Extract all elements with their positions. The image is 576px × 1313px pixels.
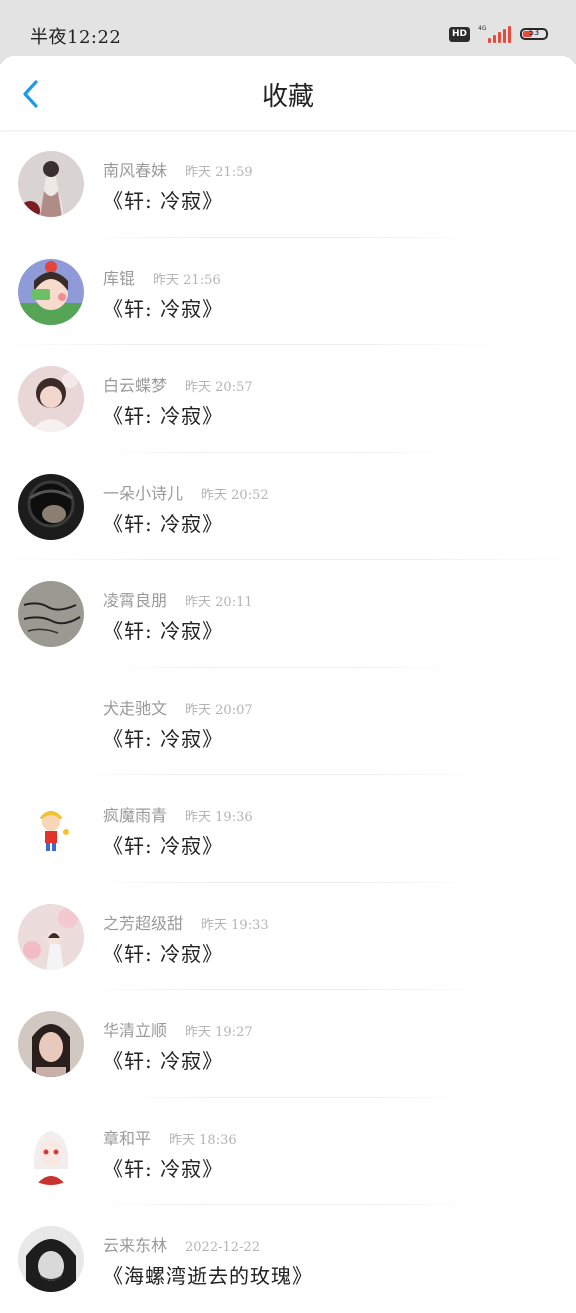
timestamp: 昨天 18:36 — [169, 1132, 237, 1148]
article-title[interactable]: 《轩: 冷寂》 — [103, 830, 223, 859]
author-name: 犬走驰文 — [103, 698, 168, 718]
article-title[interactable]: 《轩: 冷寂》 — [103, 185, 223, 214]
favorite-item[interactable]: 犬走驰文 昨天 20:07 《轩: 冷寂》 — [0, 668, 576, 775]
favorite-item[interactable]: 云来东林 2022-12-22 《海螺湾逝去的玫瑰》 — [0, 1205, 576, 1313]
author-name: 库锟 — [103, 268, 136, 288]
cellular-signal-icon: 4G — [478, 25, 512, 43]
avatar[interactable] — [18, 366, 84, 432]
timestamp: 2022-12-22 — [185, 1240, 260, 1255]
author-name: 白云蝶梦 — [103, 376, 168, 395]
battery-level: 53 — [528, 28, 540, 37]
favorite-item[interactable]: 南风春妹 昨天 21:59 《轩: 冷寂》 — [0, 130, 576, 238]
article-title[interactable]: 《轩: 冷寂》 — [103, 615, 223, 644]
author-name: 一朵小诗儿 — [103, 483, 184, 503]
article-title[interactable]: 《轩: 冷寂》 — [103, 508, 223, 537]
favorite-item[interactable]: 之芳超级甜 昨天 19:33 《轩: 冷寂》 — [0, 883, 576, 990]
author-name: 疯魔雨青 — [103, 806, 168, 825]
author-name: 凌霄良朋 — [103, 591, 168, 610]
author-name: 华清立顺 — [103, 1021, 168, 1040]
battery-icon: 53 — [520, 28, 548, 40]
favorite-item[interactable]: 章和平 昨天 18:36 《轩: 冷寂》 — [0, 1098, 576, 1205]
author-name: 章和平 — [103, 1128, 152, 1148]
timestamp: 昨天 21:56 — [153, 272, 221, 288]
timestamp: 昨天 21:59 — [185, 165, 253, 180]
status-time: 半夜12:22 — [30, 27, 122, 48]
article-title[interactable]: 《轩: 冷寂》 — [103, 938, 223, 967]
timestamp: 昨天 19:36 — [185, 810, 253, 825]
article-title[interactable]: 《轩: 冷寂》 — [103, 1045, 223, 1074]
article-title[interactable]: 《轩: 冷寂》 — [103, 723, 223, 752]
avatar[interactable] — [18, 688, 84, 755]
timestamp: 昨天 19:27 — [185, 1025, 253, 1040]
page-title: 收藏 — [261, 82, 314, 112]
app-header: 收藏 — [0, 56, 576, 130]
avatar[interactable] — [18, 473, 84, 540]
favorite-item[interactable]: 凌霄良朋 昨天 20:11 《轩: 冷寂》 — [0, 560, 576, 668]
article-title[interactable]: 《轩: 冷寂》 — [103, 293, 223, 322]
favorite-item[interactable]: 一朵小诗儿 昨天 20:52 《轩: 冷寂》 — [0, 453, 576, 560]
article-title[interactable]: 《轩: 冷寂》 — [103, 1153, 223, 1182]
avatar[interactable] — [18, 258, 84, 325]
timestamp: 昨天 20:57 — [185, 380, 253, 395]
avatar[interactable] — [18, 581, 84, 647]
status-bar: 半夜12:22 HD 4G 53 — [0, 0, 576, 64]
avatar[interactable] — [18, 1226, 84, 1292]
avatar[interactable] — [18, 1118, 84, 1185]
timestamp: 昨天 20:11 — [185, 595, 253, 610]
avatar[interactable] — [18, 151, 84, 217]
favorite-item[interactable]: 白云蝶梦 昨天 20:57 《轩: 冷寂》 — [0, 345, 576, 453]
favorites-list: 南风春妹 昨天 21:59 《轩: 冷寂》 库锟 昨天 21:56 《轩: 冷寂》 … — [0, 130, 576, 1313]
hd-icon: HD — [448, 26, 470, 42]
article-title[interactable]: 《海螺湾逝去的玫瑰》 — [103, 1260, 313, 1289]
timestamp: 昨天 20:07 — [185, 702, 253, 718]
author-name: 之芳超级甜 — [103, 913, 184, 933]
avatar[interactable] — [18, 796, 84, 862]
avatar[interactable] — [18, 1011, 84, 1077]
timestamp: 昨天 19:33 — [201, 917, 269, 933]
author-name: 南风春妹 — [103, 161, 168, 180]
favorite-item[interactable]: 疯魔雨青 昨天 19:36 《轩: 冷寂》 — [0, 775, 576, 883]
network-type-label: 4G — [478, 25, 487, 32]
article-title[interactable]: 《轩: 冷寂》 — [103, 400, 223, 429]
author-name: 云来东林 — [103, 1236, 168, 1255]
avatar[interactable] — [18, 903, 84, 970]
timestamp: 昨天 20:52 — [201, 487, 269, 503]
favorite-item[interactable]: 库锟 昨天 21:56 《轩: 冷寂》 — [0, 238, 576, 345]
status-icons: HD 4G 53 — [448, 24, 548, 44]
favorite-item[interactable]: 华清立顺 昨天 19:27 《轩: 冷寂》 — [0, 990, 576, 1098]
